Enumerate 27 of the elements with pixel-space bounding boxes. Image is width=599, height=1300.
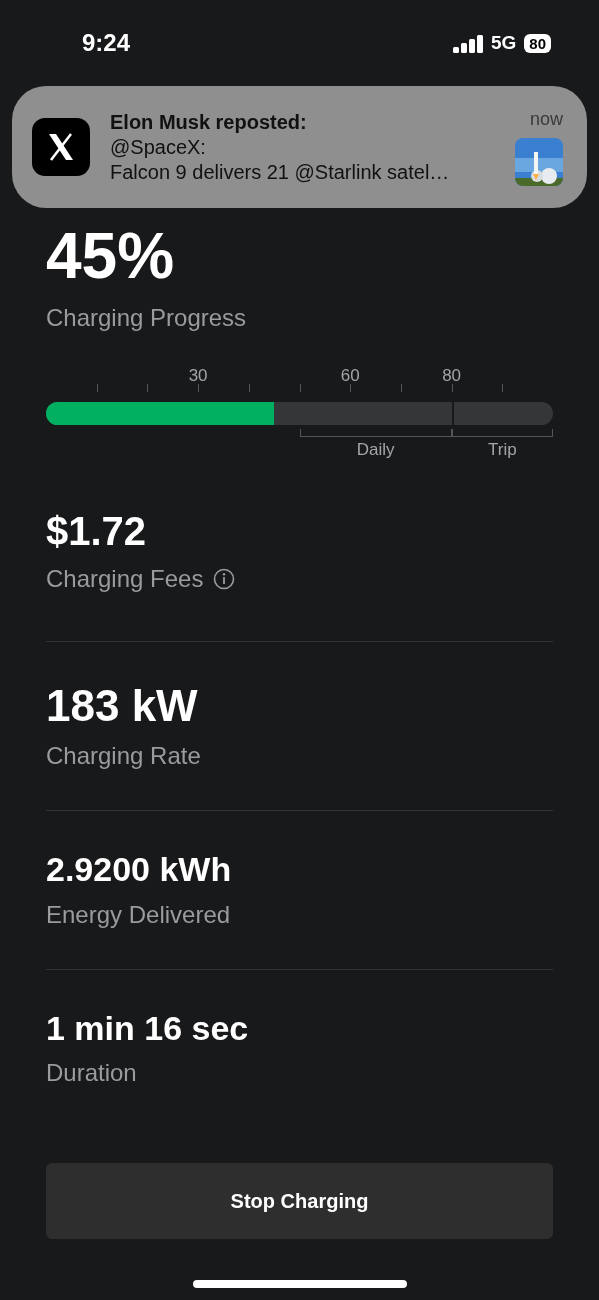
x-app-icon — [32, 118, 90, 176]
signal-icon — [452, 33, 483, 53]
notification-banner[interactable]: Elon Musk reposted: @SpaceX: Falcon 9 delivers 21 @Starlink satel… now — [12, 86, 587, 208]
stat-value: 183 kW — [46, 682, 199, 731]
info-icon[interactable] — [213, 568, 236, 590]
scale-label: 80 — [442, 366, 462, 386]
notification-text: @SpaceX: — [110, 135, 207, 159]
stat-label: Charging Rate — [46, 742, 201, 771]
progress-label: Charging Progress — [46, 304, 248, 332]
stat-value: 2.9200 kWh — [46, 851, 233, 889]
notification-time: now — [529, 108, 563, 130]
status-time: 9:24 — [82, 29, 131, 57]
range-label: Daily — [356, 440, 395, 460]
range-label: Trip — [487, 440, 517, 460]
battery-level: 80 — [524, 33, 551, 53]
notification-title: Elon Musk reposted: — [110, 110, 308, 134]
stop-charging-button[interactable]: Stop Charging — [46, 1163, 553, 1239]
scale-label: 60 — [340, 366, 360, 386]
network-type: 5G — [490, 32, 517, 54]
stat-value: $1.72 — [46, 509, 148, 553]
stat-value: 1 min 16 sec — [46, 1009, 250, 1048]
stat-label: Energy Delivered — [46, 900, 231, 929]
notification-text: Falcon 9 delivers 21 @Starlink satel… — [110, 160, 451, 184]
stat-label: Charging Fees — [46, 565, 204, 593]
scale-label: 30 — [188, 366, 208, 386]
stat-label: Duration — [46, 1059, 137, 1088]
charge-percent: 45% — [46, 224, 176, 288]
